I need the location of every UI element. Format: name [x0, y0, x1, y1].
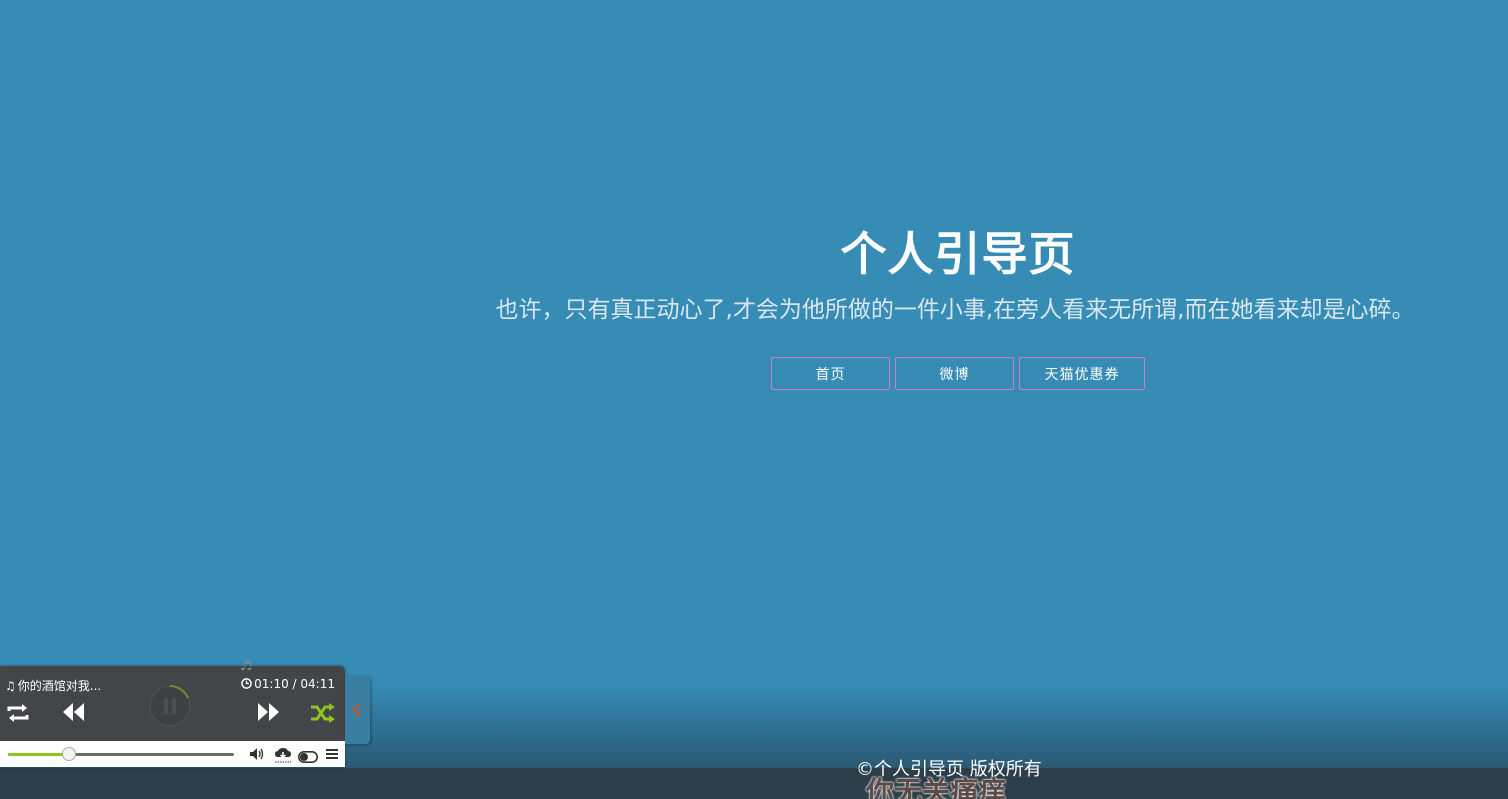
toggle-icon — [298, 751, 318, 763]
time-text: 01:10 / 04:11 — [254, 677, 335, 691]
shuffle-icon — [311, 703, 335, 723]
player-controls-panel: ♬ ♫ 你的酒馆对我... 01:10 / 04:11 — [0, 658, 345, 741]
playlist-button[interactable] — [326, 746, 338, 765]
nav-button-group: 首页 微博 天猫优惠券 — [771, 357, 1145, 390]
pause-icon — [149, 685, 191, 727]
tmall-coupon-button[interactable]: 天猫优惠券 — [1019, 357, 1145, 390]
page-subtitle: 也许，只有真正动心了,才会为他所做的一件小事,在旁人看来无所谓,而在她看来却是心… — [495, 297, 1415, 323]
song-title-text: 你的酒馆对我... — [17, 679, 102, 693]
music-note-icon: ♫ — [5, 679, 16, 693]
clock-icon — [241, 678, 252, 689]
progress-fill — [8, 753, 70, 756]
page-title: 个人引导页 — [840, 227, 1076, 281]
play-pause-button[interactable] — [148, 684, 192, 728]
previous-track-button[interactable] — [60, 701, 86, 723]
time-display: 01:10 / 04:11 — [241, 677, 335, 691]
music-player: ♬ ♫ 你的酒馆对我... 01:10 / 04:11 — [0, 658, 345, 767]
page: 个人引导页 也许，只有真正动心了,才会为他所做的一件小事,在旁人看来无所谓,而在… — [0, 0, 1508, 799]
footer-bar — [0, 768, 1508, 799]
menu-icon — [326, 749, 338, 759]
rewind-icon — [63, 703, 84, 721]
lyrics-toggle-button[interactable] — [298, 748, 318, 767]
volume-button[interactable] — [249, 746, 265, 766]
song-title: ♫ 你的酒馆对我... — [5, 677, 101, 694]
lyric-text: 你无关痛痒 — [866, 775, 1007, 799]
shuffle-button[interactable] — [310, 702, 336, 724]
fast-forward-icon — [258, 703, 279, 721]
weibo-button[interactable]: 微博 — [895, 357, 1014, 390]
progress-thumb[interactable] — [62, 747, 77, 761]
volume-icon — [250, 748, 264, 760]
player-progress-panel — [0, 741, 345, 767]
player-collapse-button[interactable] — [345, 676, 370, 744]
progress-bar[interactable] — [8, 747, 234, 761]
next-track-button[interactable] — [256, 701, 282, 723]
floating-music-note-icon: ♬ — [240, 658, 253, 674]
repeat-icon — [7, 704, 29, 722]
repeat-button[interactable] — [5, 702, 31, 724]
download-button[interactable] — [274, 746, 292, 768]
download-icon — [275, 748, 291, 763]
chevron-left-icon — [352, 703, 361, 717]
home-button[interactable]: 首页 — [771, 357, 890, 390]
